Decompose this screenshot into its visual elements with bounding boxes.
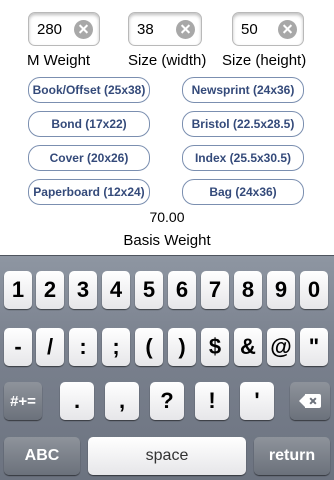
key-slash[interactable]: /: [36, 328, 64, 366]
m-weight-field[interactable]: 280: [28, 12, 100, 46]
newsprint-button[interactable]: Newsprint (24x36): [182, 77, 304, 103]
key-colon[interactable]: :: [69, 328, 97, 366]
backspace-icon: [299, 394, 321, 408]
m-weight-value: 280: [37, 20, 63, 38]
key-1[interactable]: 1: [4, 271, 32, 309]
key-quote[interactable]: ": [300, 328, 328, 366]
clear-icon[interactable]: [176, 19, 195, 39]
symbols-mode-key[interactable]: #+=: [4, 382, 42, 420]
size-height-value: 50: [241, 20, 258, 38]
size-width-field[interactable]: 38: [128, 12, 202, 46]
key-dollar[interactable]: $: [201, 328, 229, 366]
key-open-paren[interactable]: (: [135, 328, 163, 366]
key-6[interactable]: 6: [168, 271, 196, 309]
bond-button[interactable]: Bond (17x22): [28, 111, 150, 137]
return-key[interactable]: return: [254, 437, 330, 475]
cover-button[interactable]: Cover (20x26): [28, 145, 150, 171]
key-comma[interactable]: ,: [105, 382, 139, 420]
key-3[interactable]: 3: [69, 271, 97, 309]
key-question[interactable]: ?: [150, 382, 184, 420]
space-key[interactable]: space: [88, 437, 246, 475]
key-8[interactable]: 8: [234, 271, 262, 309]
key-9[interactable]: 9: [267, 271, 295, 309]
key-at[interactable]: @: [267, 328, 295, 366]
paperboard-button[interactable]: Paperboard (12x24): [28, 179, 150, 205]
size-height-label: Size (height): [222, 52, 307, 69]
basis-weight-value: 70.00: [149, 209, 185, 225]
m-weight-label: M Weight: [27, 52, 91, 69]
index-button[interactable]: Index (25.5x30.5): [182, 145, 304, 171]
clear-icon[interactable]: [278, 19, 297, 39]
key-5[interactable]: 5: [135, 271, 163, 309]
size-width-value: 38: [137, 20, 154, 38]
inputs-row: 280 38 50: [0, 12, 334, 46]
key-hyphen[interactable]: -: [4, 328, 32, 366]
clear-icon[interactable]: [74, 19, 93, 39]
keyboard: 1 2 3 4 5 6 7 8 9 0 - / : ; ( ) $ & @ " …: [0, 255, 334, 480]
size-width-label: Size (width): [128, 52, 207, 69]
key-semicolon[interactable]: ;: [102, 328, 130, 366]
bag-button[interactable]: Bag (24x36): [182, 179, 304, 205]
abc-key[interactable]: ABC: [4, 437, 80, 475]
backspace-key[interactable]: [290, 382, 330, 420]
key-4[interactable]: 4: [102, 271, 130, 309]
key-2[interactable]: 2: [36, 271, 64, 309]
bristol-button[interactable]: Bristol (22.5x28.5): [182, 111, 304, 137]
basis-weight-label: Basis Weight: [123, 232, 211, 249]
key-0[interactable]: 0: [300, 271, 328, 309]
key-apostrophe[interactable]: ': [240, 382, 274, 420]
key-close-paren[interactable]: ): [168, 328, 196, 366]
key-7[interactable]: 7: [201, 271, 229, 309]
key-exclamation[interactable]: !: [195, 382, 229, 420]
book-offset-button[interactable]: Book/Offset (25x38): [28, 77, 150, 103]
key-ampersand[interactable]: &: [234, 328, 262, 366]
size-height-field[interactable]: 50: [232, 12, 304, 46]
key-period[interactable]: .: [60, 382, 94, 420]
